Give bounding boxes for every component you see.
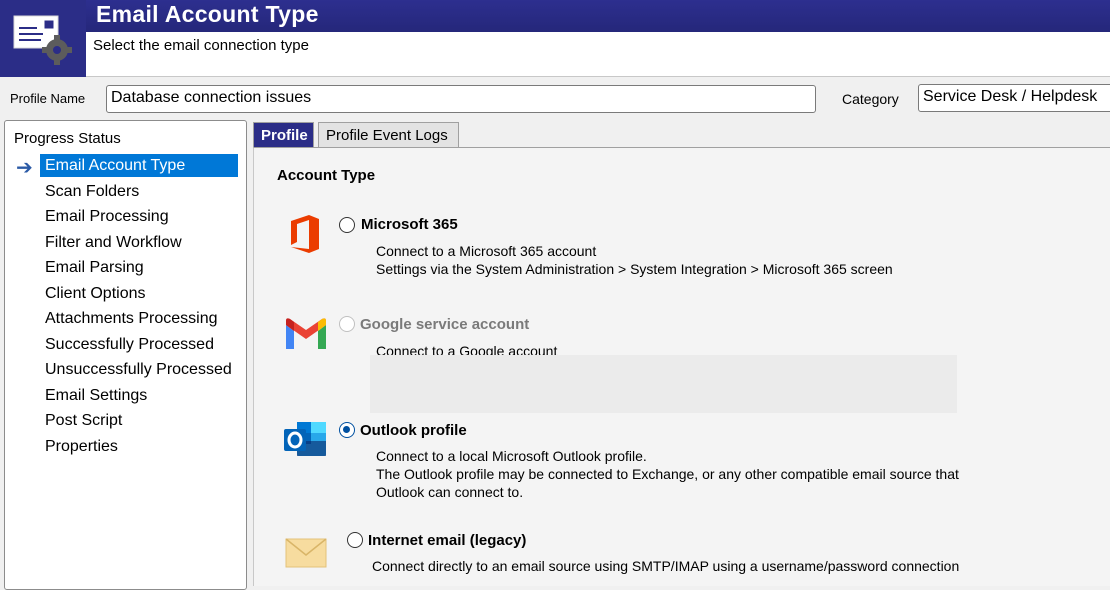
- progress-item-post-script[interactable]: Post Script: [40, 409, 122, 432]
- category-label: Category: [842, 91, 899, 107]
- outlook-profile-radio[interactable]: [339, 422, 355, 438]
- outlook-desc-line-1: Connect to a local Microsoft Outlook pro…: [376, 448, 647, 464]
- progress-item-scan-folders[interactable]: Scan Folders: [40, 180, 139, 203]
- progress-item-filter-and-workflow[interactable]: Filter and Workflow: [40, 231, 182, 254]
- internet-email-label[interactable]: Internet email (legacy): [368, 532, 526, 549]
- progress-item-client-options[interactable]: Client Options: [40, 282, 146, 305]
- outlook-profile-label[interactable]: Outlook profile: [360, 422, 467, 439]
- header-icon-box: [0, 0, 86, 77]
- microsoft-office-icon: [291, 215, 319, 253]
- progress-item-email-processing[interactable]: Email Processing: [40, 205, 169, 228]
- internet-email-radio[interactable]: [347, 532, 363, 548]
- page-title: Email Account Type: [96, 1, 319, 27]
- page-subtitle: Select the email connection type: [93, 37, 309, 54]
- envelope-icon: [285, 538, 327, 568]
- google-service-account-radio[interactable]: [339, 316, 355, 332]
- progress-panel: Progress Status ➔ Email Account Type Sca…: [4, 120, 247, 590]
- internet-email-desc-line-1: Connect directly to an email source usin…: [372, 558, 960, 574]
- outlook-desc-line-3: Outlook can connect to.: [376, 484, 524, 500]
- outlook-desc-line-2: The Outlook profile may be connected to …: [376, 466, 959, 482]
- google-settings-area: [370, 355, 957, 413]
- outlook-icon: [284, 422, 326, 456]
- category-input[interactable]: Service Desk / Helpdesk: [918, 84, 1110, 112]
- profile-name-input[interactable]: Database connection issues: [106, 85, 816, 113]
- microsoft-365-desc-line-2: Settings via the System Administration >…: [376, 261, 893, 277]
- progress-item-unsuccessfully-processed[interactable]: Unsuccessfully Processed: [40, 358, 232, 381]
- progress-item-properties[interactable]: Properties: [40, 435, 118, 458]
- progress-item-email-settings[interactable]: Email Settings: [40, 384, 147, 407]
- google-service-account-label[interactable]: Google service account: [360, 316, 529, 333]
- tab-profile-event-logs[interactable]: Profile Event Logs: [318, 122, 459, 147]
- progress-item-successfully-processed[interactable]: Successfully Processed: [40, 333, 214, 356]
- email-settings-icon: [13, 15, 72, 65]
- gmail-icon: [286, 318, 326, 349]
- profile-name-label: Profile Name: [10, 91, 86, 106]
- current-step-arrow-icon: ➔: [16, 157, 33, 179]
- progress-item-attachments-processing[interactable]: Attachments Processing: [40, 307, 218, 330]
- tab-profile[interactable]: Profile: [253, 122, 314, 147]
- progress-item-email-parsing[interactable]: Email Parsing: [40, 256, 144, 279]
- account-type-title: Account Type: [277, 167, 376, 184]
- header-divider: [86, 76, 1110, 77]
- header: Email Account Type Select the email conn…: [0, 0, 1110, 77]
- microsoft-365-label[interactable]: Microsoft 365: [361, 216, 458, 233]
- microsoft-365-radio[interactable]: [339, 217, 355, 233]
- progress-title: Progress Status: [14, 130, 121, 147]
- progress-item-email-account-type[interactable]: Email Account Type: [40, 154, 238, 177]
- microsoft-365-desc-line-1: Connect to a Microsoft 365 account: [376, 243, 597, 259]
